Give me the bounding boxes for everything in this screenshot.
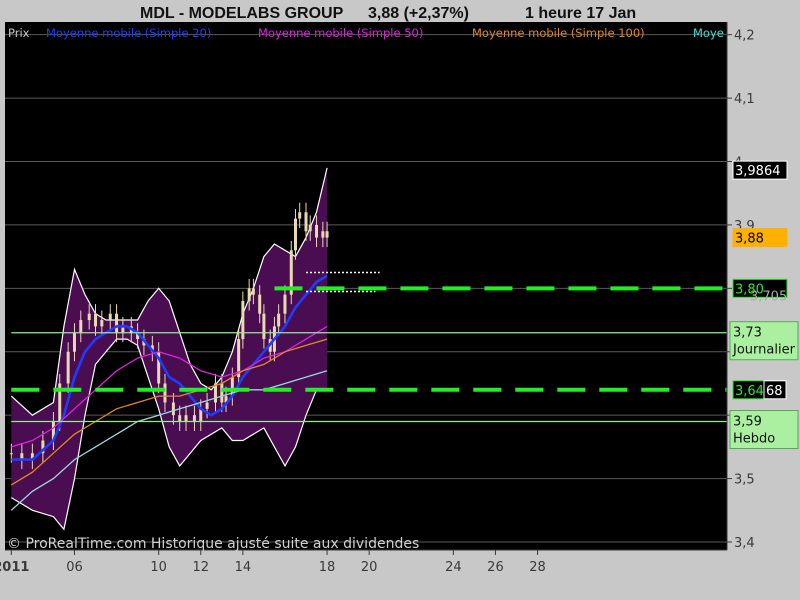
chart: Prix Moyenne mobile (Simple 20) Moyenne mo… [0,0,800,600]
price-candle-body [298,212,302,219]
price-candle-body [205,402,209,409]
price-candle-body [293,218,297,251]
price-candle-body [100,320,104,327]
price-candle-body [220,383,224,403]
price-candle-body [184,415,188,422]
pivot-price: 3,59 [733,415,762,430]
price-candle-body [171,402,175,416]
price-candle-body [115,313,119,333]
plot-area[interactable] [5,22,727,550]
price-change: 3,88 (+2,37%) [368,5,469,22]
copyright: © ProRealTime.com Historique ajusté suit… [7,536,419,552]
price-candle-body [247,288,251,302]
y-tick-label: 3,5 [734,473,755,488]
x-tick-label: 20 [361,560,378,575]
price-candle-body [262,313,266,340]
x-tick-label: 14 [235,560,252,575]
x-tick-label: 06 [66,560,83,575]
price-tag-text: 3,88 [735,232,764,247]
price-candle-body [79,320,83,333]
legend-entry: Moyenne mobile (Simple 100) [472,26,645,40]
price-candle-body [325,231,329,238]
price-candle-body [308,224,312,232]
x-tick-label: 28 [529,560,546,575]
price-candle-body [277,313,281,327]
chart-title: MDL - MODELABS GROUP [140,5,344,22]
price-candle-body [108,313,112,321]
price-candle-body [72,332,76,352]
price-tag-text: 3,64 [735,384,764,399]
price-candle-body [241,301,245,340]
timeframe: 1 heure 17 Jan [525,5,636,22]
price-candle-body [304,212,308,232]
y-tick-label: 4,1 [734,92,755,107]
x-tick-label: 10 [150,560,167,575]
y-tick-label: 4,2 [734,29,755,44]
legend: Prix Moyenne mobile (Simple 20) Moyenne mo… [8,26,724,40]
price-candle-body [163,383,167,403]
pivot-price: 3,73 [733,326,762,341]
price-candle-body [87,313,91,321]
pivot-label: Journalier [732,343,796,358]
price-tag-text: 3,705 [750,290,787,305]
x-tick-label: 18 [319,560,336,575]
x-tick-label: 24 [445,560,462,575]
price-candle-body [178,415,182,422]
legend-entry: Moyenne mobile (Simple 50) [258,26,423,40]
x-tick-label: 12 [192,560,209,575]
price-candle-body [258,294,262,314]
price-candle-body [321,231,325,238]
legend-entry: Moye [693,26,724,40]
price-tag-text: 68 [766,384,783,399]
price-candle-body [315,224,319,238]
price-candle-body [192,415,196,422]
pivot-label: Hebdo [733,432,775,447]
price-candle-body [9,453,13,455]
price-candle-body [66,351,70,384]
x-tick-label: 26 [487,560,504,575]
legend-entry: Prix [8,26,30,40]
price-candle-body [283,294,287,314]
legend-entry: Moyenne mobile (Simple 20) [46,26,211,40]
price-candle-body [94,313,98,327]
y-tick-label: 3,4 [734,536,755,551]
price-tag-text: 3,9864 [735,164,781,179]
price-candle-body [251,288,255,295]
x-tick-label: 2011 [0,560,29,575]
